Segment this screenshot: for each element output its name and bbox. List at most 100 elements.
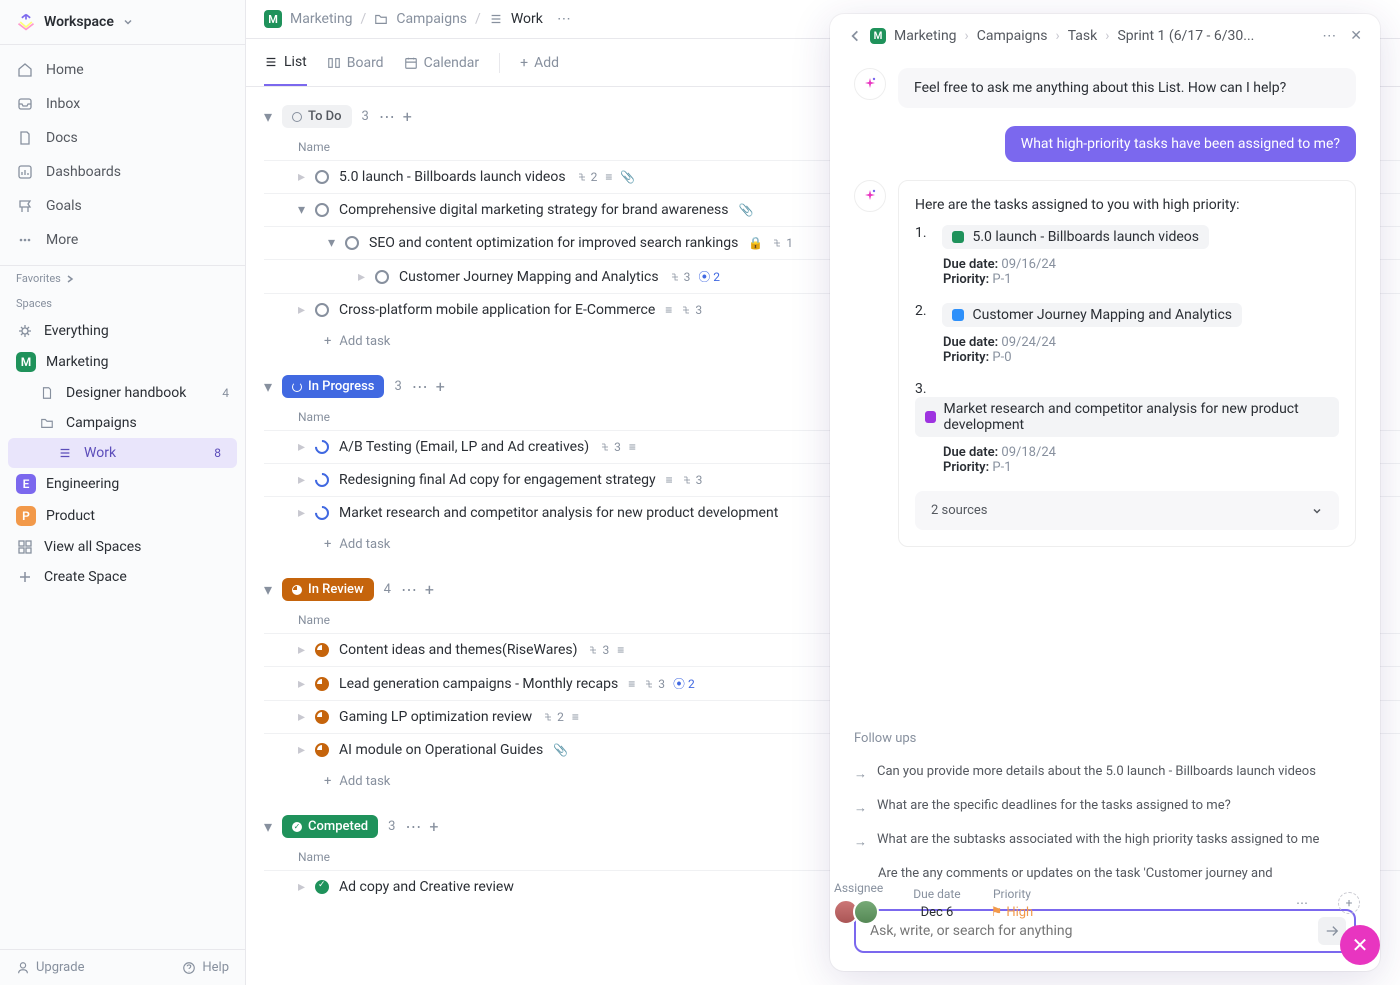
caret-icon[interactable]: ▾ [298,202,305,218]
status-dot-icon[interactable] [312,437,332,457]
ai-task-link[interactable]: 5.0 launch - Billboards launch videos [942,225,1209,249]
nav-inbox[interactable]: Inbox [0,87,245,121]
group-actions[interactable]: ⋯ + [401,580,434,599]
nav-goals-label: Goals [46,198,82,214]
status-dot-icon[interactable] [345,236,359,250]
group-actions[interactable]: ⋯ + [379,107,412,126]
subtask-count[interactable]: 3 [681,473,703,487]
status-dot-icon[interactable] [315,643,329,657]
nav-docs[interactable]: Docs [0,121,245,155]
ai-crumb[interactable]: Sprint 1 (6/17 - 6/30... [1117,28,1254,44]
status-pill-competed[interactable]: ✓ Competed [282,815,378,838]
group-actions[interactable]: ⋯ + [405,817,438,836]
caret-icon[interactable]: ▸ [298,505,305,521]
subtask-count[interactable]: 3 [669,270,691,284]
upgrade-button[interactable]: Upgrade [16,960,84,975]
close-fab[interactable]: ✕ [1340,925,1380,965]
nav-more[interactable]: More [0,223,245,257]
status-dot-icon[interactable] [315,203,329,217]
collapse-icon[interactable]: ▾ [264,377,272,396]
subtask-count[interactable]: 2 [576,170,598,184]
ai-crumb[interactable]: Campaigns [977,28,1048,44]
add-column-button[interactable]: + [1338,892,1360,914]
close-icon[interactable]: ✕ [1350,28,1362,44]
tab-board[interactable]: Board [327,39,384,86]
ai-crumb[interactable]: Marketing [894,28,957,44]
crumb-folder[interactable]: Campaigns [396,11,467,27]
sidebar-everything[interactable]: Everything [0,316,245,346]
subtask-count[interactable]: 3 [643,677,665,691]
ellipsis-icon[interactable]: ⋯ [557,11,571,27]
sidebar-space-marketing[interactable]: M Marketing [0,346,245,378]
desc-icon: ≡ [666,473,673,487]
caret-icon[interactable]: ▸ [298,742,305,758]
nav-goals[interactable]: Goals [0,189,245,223]
assignee-column[interactable]: Assignee [834,881,883,925]
ai-panel: M Marketing › Campaigns › Task › Sprint … [830,14,1380,971]
sidebar-space-product[interactable]: P Product [0,500,245,532]
followup-suggestion[interactable]: →What are the specific deadlines for the… [854,790,1356,824]
ai-crumb[interactable]: Task [1068,28,1098,44]
subtask-count[interactable]: 2 [542,710,564,724]
collapse-icon[interactable]: ▾ [264,580,272,599]
subtask-count[interactable]: 3 [599,440,621,454]
nav-home[interactable]: Home [0,53,245,87]
followup-suggestion[interactable]: →Can you provide more details about the … [854,756,1356,790]
status-pill-todo[interactable]: To Do [282,105,352,128]
caret-icon[interactable]: ▸ [358,269,365,285]
status-dot-icon[interactable] [312,470,332,490]
help-button[interactable]: Help [182,960,229,975]
status-pill-review[interactable]: In Review [282,578,374,601]
followup-suggestion[interactable]: →What are the subtasks associated with t… [854,824,1356,858]
status-dot-icon[interactable] [315,170,329,184]
assignee-avatars[interactable] [839,899,879,925]
crumb-list[interactable]: Work [511,11,543,27]
caret-icon[interactable]: ▸ [298,302,305,318]
status-dot-icon[interactable] [315,677,329,691]
collapse-icon[interactable]: ▾ [264,817,272,836]
sidebar-work[interactable]: Work 8 [8,438,237,468]
status-dot-icon[interactable] [375,270,389,284]
ai-task-link[interactable]: Market research and competitor analysis … [915,397,1339,437]
ellipsis-icon[interactable]: ⋯ [1322,28,1336,44]
caret-icon[interactable]: ▸ [298,642,305,658]
caret-icon[interactable]: ▸ [298,709,305,725]
status-dot-icon[interactable] [312,503,332,523]
priority-column[interactable]: Priority ⚑High [991,887,1034,920]
status-pill-progress[interactable]: In Progress [282,375,384,398]
collapse-icon[interactable]: ▾ [264,107,272,126]
sidebar-space-engineering[interactable]: E Engineering [0,468,245,500]
group-actions[interactable]: ⋯ + [412,377,445,396]
caret-icon[interactable]: ▸ [298,472,305,488]
subtask-count[interactable]: 3 [587,643,609,657]
sidebar-view-all-spaces[interactable]: View all Spaces [0,532,245,562]
sources-dropdown[interactable]: 2 sources [915,491,1339,530]
nav-home-label: Home [46,62,84,78]
favorites-section[interactable]: Favorites [0,266,245,291]
caret-icon[interactable]: ▾ [328,235,335,251]
caret-icon[interactable]: ▸ [298,879,305,895]
sidebar-designer-handbook[interactable]: Designer handbook 4 [0,378,245,408]
sidebar-create-space[interactable]: Create Space [0,562,245,592]
status-dot-icon[interactable] [315,880,329,894]
caret-icon[interactable]: ▸ [298,439,305,455]
status-dot-icon[interactable] [315,303,329,317]
due-date-column[interactable]: Due date Dec 6 [913,887,960,920]
ai-task-link[interactable]: Customer Journey Mapping and Analytics [942,303,1242,327]
sidebar-campaigns[interactable]: Campaigns [0,408,245,438]
back-icon[interactable] [848,29,862,43]
tab-add-view[interactable]: + Add [520,39,559,86]
caret-icon[interactable]: ▸ [298,676,305,692]
caret-icon[interactable]: ▸ [298,169,305,185]
nav-dashboards[interactable]: Dashboards [0,155,245,189]
subtask-count[interactable]: 3 [680,303,702,317]
status-dot-icon[interactable] [315,743,329,757]
subtask-count[interactable]: 1 [771,236,793,250]
workspace-switcher[interactable]: Workspace [0,0,245,45]
tab-calendar[interactable]: Calendar [404,39,480,86]
crumb-space[interactable]: Marketing [290,11,353,27]
status-dot-icon[interactable] [315,710,329,724]
list-icon [56,444,74,462]
tab-list[interactable]: List [264,39,307,86]
ellipsis-icon[interactable]: ⋯ [1296,896,1308,910]
